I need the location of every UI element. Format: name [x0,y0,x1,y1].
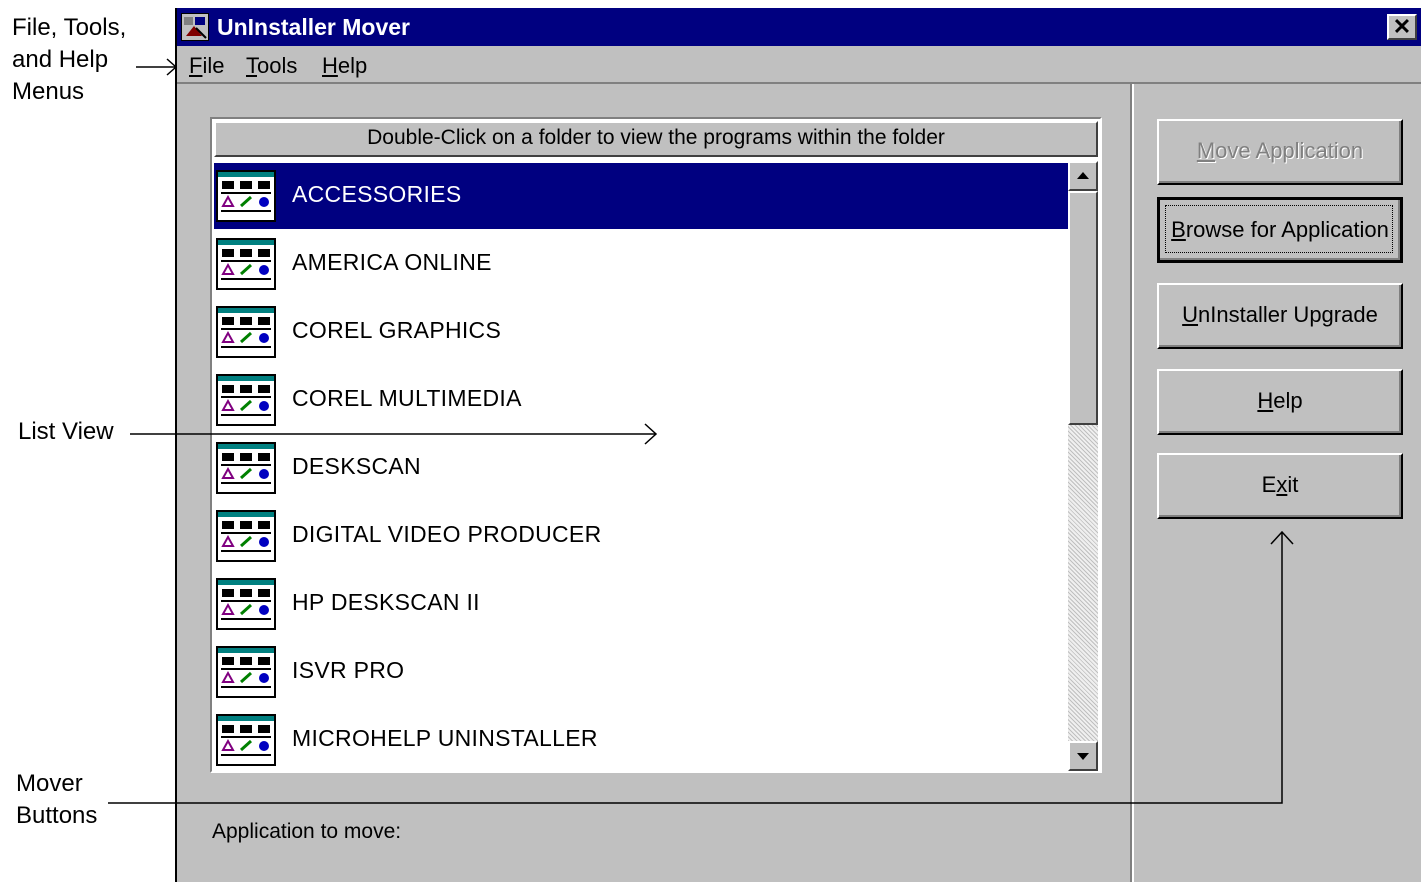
list-item-label: DIGITAL VIDEO PRODUCER [292,521,602,547]
program-group-icon [216,306,276,358]
annotation-mover-line1: Mover [16,770,83,797]
scroll-up-button[interactable] [1068,161,1098,191]
list-item-label: AMERICA ONLINE [292,249,492,275]
list-rows: ACCESSORIES AMERICA ONLINE COREL GRAPHICS C… [214,163,1068,769]
list-item[interactable]: ISVR PRO [214,639,1068,705]
exit-button[interactable]: Exit [1157,453,1403,519]
close-icon: ✕ [1392,14,1412,39]
menu-help-mnemonic: H [322,53,338,78]
list-item[interactable]: HP DESKSCAN II [214,571,1068,637]
move-application-button[interactable]: Move Application [1157,119,1403,185]
move-application-mnemonic: M [1196,138,1216,163]
focus-rectangle [1165,205,1393,253]
menu-tools-mnemonic: T [246,53,257,78]
list-item[interactable]: COREL MULTIMEDIA [214,367,1068,433]
program-group-icon [216,442,276,494]
list-item[interactable]: ACCESSORIES [214,163,1068,229]
help-mnemonic: H [1257,388,1274,413]
exit-label: it [1287,472,1299,497]
menu-help[interactable]: Help [322,53,367,79]
program-group-icon [216,646,276,698]
program-group-icon [216,714,276,766]
menu-help-label: elp [337,53,368,78]
upgrade-mnemonic: U [1182,302,1199,327]
arrow-down-icon [1077,753,1089,760]
list-item[interactable]: MICROHELP UNINSTALLER [214,707,1068,769]
move-application-label: ove Application [1215,138,1364,163]
list-header[interactable]: Double-Click on a folder to view the pro… [214,121,1098,157]
menu-bar: File Tools Help [177,46,1421,84]
window-title: UnInstaller Mover [217,14,410,40]
list-item-label: MICROHELP UNINSTALLER [292,725,598,751]
list-item[interactable]: DESKSCAN [214,435,1068,501]
list-item-label: HP DESKSCAN II [292,589,480,615]
close-button[interactable]: ✕ [1387,14,1417,40]
browse-for-application-button[interactable]: Browse for Application [1157,197,1403,263]
list-item-label: COREL MULTIMEDIA [292,385,522,411]
menu-tools-label: ools [257,53,298,78]
annotation-menus-line3: Menus [12,78,85,105]
menu-file-label: ile [202,53,225,78]
scroll-thumb[interactable] [1068,191,1098,425]
app-icon[interactable] [181,13,209,41]
vertical-scrollbar[interactable] [1068,161,1098,771]
annotation-menus-line1: File, Tools, [12,14,127,41]
arrow-up-icon [1077,172,1089,179]
list-item[interactable]: AMERICA ONLINE [214,231,1068,297]
list-item-label: ACCESSORIES [292,181,462,207]
annotation-list-view: List View [18,418,114,445]
list-item[interactable]: DIGITAL VIDEO PRODUCER [214,503,1068,569]
list-item[interactable]: COREL GRAPHICS [214,299,1068,365]
scroll-down-button[interactable] [1068,741,1098,771]
annotation-mover-line2: Buttons [16,802,98,829]
upgrade-label: nInstaller Upgrade [1198,302,1378,327]
exit-prefix: E [1261,472,1277,497]
program-group-icon [216,374,276,426]
program-group-icon [216,510,276,562]
menu-tools[interactable]: Tools [246,53,297,79]
list-item-label: ISVR PRO [292,657,405,683]
menu-file[interactable]: File [189,53,224,79]
menu-file-mnemonic: F [189,53,203,78]
annotation-mover-buttons: Mover Buttons [16,768,97,832]
list-item-label: COREL GRAPHICS [292,317,502,343]
program-group-icon [216,238,276,290]
panel-divider [1130,84,1134,882]
exit-mnemonic: x [1276,472,1288,497]
uninstaller-upgrade-button[interactable]: UnInstaller Upgrade [1157,283,1403,349]
annotation-menus: File, Tools, and Help Menus [12,12,126,108]
help-button[interactable]: Help [1157,369,1403,435]
title-bar[interactable]: UnInstaller Mover ✕ [177,8,1421,46]
uninstaller-mover-window: UnInstaller Mover ✕ File Tools Help Doub… [175,8,1421,882]
program-group-icon [216,170,276,222]
program-group-icon [216,578,276,630]
help-label: elp [1273,388,1303,413]
application-to-move-label: Application to move: [212,820,402,843]
annotation-menus-line2: and Help [12,46,109,73]
folder-list-view[interactable]: Double-Click on a folder to view the pro… [210,117,1102,773]
list-item-label: DESKSCAN [292,453,421,479]
